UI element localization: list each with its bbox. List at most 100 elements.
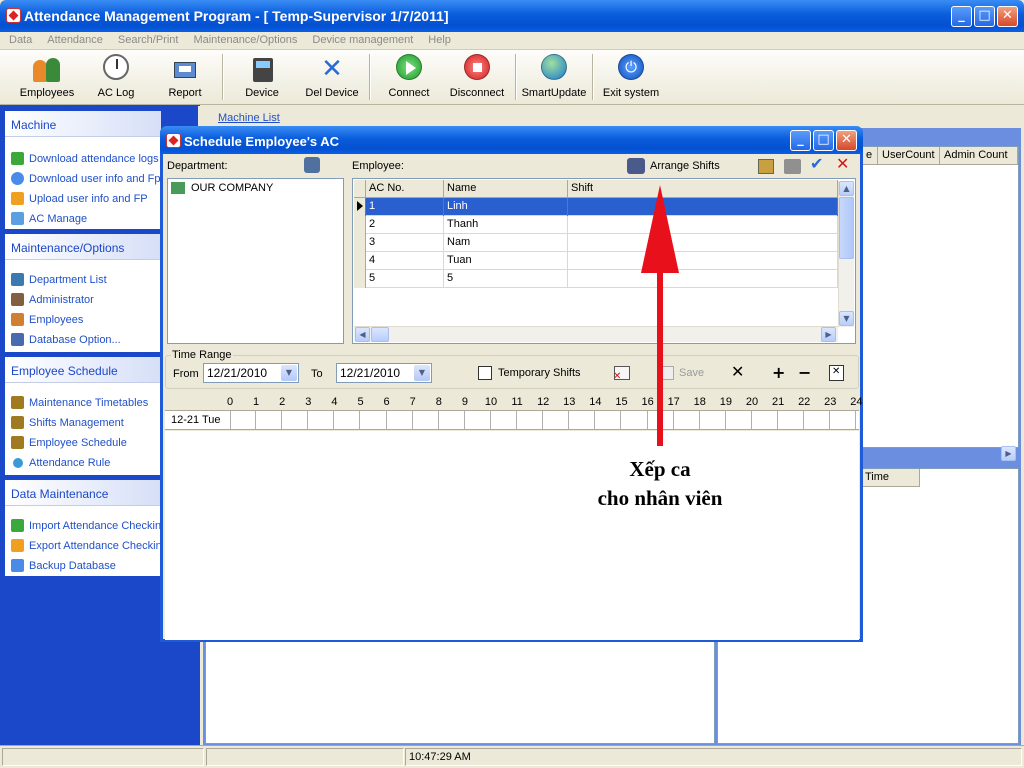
sidebar-group-title[interactable]: Maintenance/Options	[5, 234, 161, 260]
department-tool-icon[interactable]	[304, 157, 320, 173]
scroll-right-button[interactable]: ▶	[821, 327, 836, 342]
column-header-usercount[interactable]: UserCount	[878, 147, 940, 165]
from-date-picker[interactable]: 12/21/2010 ▼	[203, 363, 299, 383]
menu-data[interactable]: Data	[0, 32, 38, 46]
timeline-cell[interactable]	[230, 411, 257, 429]
timeline-cell[interactable]	[804, 411, 831, 429]
print-icon[interactable]	[784, 159, 801, 174]
timeline-cell[interactable]	[752, 411, 779, 429]
smartupdate-button[interactable]: SmartUpdate	[520, 52, 588, 103]
add-icon[interactable]: +	[772, 363, 785, 382]
to-date-picker[interactable]: 12/21/2010 ▼	[336, 363, 432, 383]
close-button[interactable]: ✕	[997, 6, 1018, 27]
delete-x-icon[interactable]: ✕	[731, 362, 744, 381]
sidebar-item-download-user[interactable]: Download user info and Fp	[5, 167, 161, 187]
timeline-cell[interactable]	[334, 411, 361, 429]
temporary-shifts-button[interactable]: Temporary Shifts	[478, 366, 581, 380]
timeline-cell[interactable]	[700, 411, 726, 429]
timeline-cell[interactable]	[726, 411, 752, 429]
table-row[interactable]: 1 Linh	[354, 198, 838, 216]
sidebar-item-ac-manage[interactable]: AC Manage	[5, 207, 161, 227]
minimize-button[interactable]: _	[951, 6, 972, 27]
sidebar-item-department-list[interactable]: Department List	[5, 268, 161, 288]
export-icon[interactable]	[758, 159, 774, 174]
sidebar-item-shifts-management[interactable]: Shifts Management	[5, 411, 161, 431]
tree-node-root[interactable]: OUR COMPANY	[171, 182, 273, 194]
timeline-cell[interactable]	[282, 411, 309, 429]
table-row[interactable]: 3 Nam	[354, 234, 838, 252]
device-button[interactable]: Device	[236, 52, 288, 103]
scroll-up-button[interactable]: ▲	[839, 181, 854, 196]
remove-icon[interactable]: −	[798, 363, 811, 382]
menu-search-print[interactable]: Search/Print	[109, 32, 185, 46]
column-header-shift[interactable]: Shift	[568, 180, 838, 198]
arrange-shifts-button[interactable]: Arrange Shifts	[627, 158, 720, 174]
scroll-left-button[interactable]: ◀	[355, 327, 370, 342]
chevron-down-icon[interactable]: ▼	[414, 365, 430, 381]
del-device-button[interactable]: ✕ Del Device	[300, 52, 364, 103]
vertical-scrollbar[interactable]: ▲ ▼	[838, 181, 854, 327]
sidebar-item-database-option[interactable]: Database Option...	[5, 328, 161, 348]
dialog-maximize-button[interactable]: □	[813, 130, 834, 151]
timeline-cell[interactable]	[439, 411, 465, 429]
exit-system-button[interactable]: ⏻ Exit system	[600, 52, 662, 103]
sidebar-item-download-logs[interactable]: Download attendance logs	[5, 147, 161, 167]
timeline-cell[interactable]	[674, 411, 700, 429]
timeline-cell[interactable]	[308, 411, 335, 429]
timeline-cell[interactable]	[622, 411, 648, 429]
timeline-cell[interactable]	[387, 411, 413, 429]
timeline-cell[interactable]	[569, 411, 596, 429]
cancel-x-icon[interactable]: ✕	[836, 154, 849, 173]
chevron-down-icon[interactable]: ▼	[281, 365, 297, 381]
clear-schedule-icon[interactable]: ✕	[613, 366, 630, 382]
maximize-button[interactable]: □	[974, 6, 995, 27]
dialog-close-button[interactable]: ✕	[836, 130, 857, 151]
sidebar-item-administrator[interactable]: Administrator	[5, 288, 161, 308]
column-header[interactable]: e	[862, 147, 878, 165]
save-button[interactable]: Save	[661, 366, 704, 380]
sidebar-item-maintenance-timetables[interactable]: Maintenance Timetables	[5, 391, 161, 411]
connect-button[interactable]: Connect	[382, 52, 436, 103]
machine-list-link[interactable]: Machine List	[218, 112, 280, 124]
timeline-cell[interactable]	[491, 411, 518, 429]
menu-device-management[interactable]: Device management	[303, 32, 419, 46]
timeline-cell[interactable]	[256, 411, 283, 429]
sidebar-item-import[interactable]: Import Attendance Checking	[5, 514, 161, 534]
sidebar-item-upload-user[interactable]: Upload user info and FP	[5, 187, 161, 207]
column-header-ac-no[interactable]: AC No.	[366, 180, 444, 198]
sidebar-item-backup[interactable]: Backup Database	[5, 554, 161, 574]
scroll-thumb[interactable]	[371, 327, 389, 342]
menu-help[interactable]: Help	[419, 32, 457, 46]
table-row[interactable]: 4 Tuan	[354, 252, 838, 270]
timeline-cell[interactable]	[778, 411, 805, 429]
sidebar-item-export[interactable]: Export Attendance Checking	[5, 534, 161, 554]
scroll-right-button[interactable]: ▶	[1001, 446, 1016, 461]
column-header-admincount[interactable]: Admin Count	[940, 147, 1018, 165]
calendar-icon[interactable]: ✕	[829, 365, 844, 381]
table-row[interactable]: 5 5	[354, 270, 838, 288]
menu-maintenance-options[interactable]: Maintenance/Options	[184, 32, 303, 46]
report-button[interactable]: Report	[160, 52, 210, 103]
timeline-cell[interactable]	[543, 411, 570, 429]
timeline-cell[interactable]	[413, 411, 439, 429]
timeline-cell[interactable]	[830, 411, 857, 429]
timeline-cell[interactable]	[595, 411, 622, 429]
sidebar-group-title[interactable]: Data Maintenance	[5, 480, 161, 506]
ac-log-button[interactable]: AC Log	[88, 52, 144, 103]
timeline-cell[interactable]	[361, 411, 387, 429]
timeline-cell[interactable]	[465, 411, 491, 429]
schedule-timeline[interactable]: 12-21 Tue	[165, 410, 859, 430]
sidebar-group-title[interactable]: Machine	[5, 111, 161, 137]
dialog-minimize-button[interactable]: _	[790, 130, 811, 151]
sidebar-item-employee-schedule[interactable]: Employee Schedule	[5, 431, 161, 451]
timeline-cell[interactable]	[517, 411, 544, 429]
scroll-down-button[interactable]: ▼	[839, 311, 854, 326]
horizontal-scrollbar[interactable]: ◀ ▶	[354, 326, 838, 342]
sidebar-item-employees[interactable]: Employees	[5, 308, 161, 328]
disconnect-button[interactable]: Disconnect	[446, 52, 508, 103]
sidebar-group-title[interactable]: Employee Schedule	[5, 357, 161, 383]
employees-button[interactable]: Employees	[18, 52, 76, 103]
confirm-check-icon[interactable]: ✔	[810, 154, 823, 173]
column-header-name[interactable]: Name	[444, 180, 568, 198]
menu-attendance[interactable]: Attendance	[38, 32, 109, 46]
